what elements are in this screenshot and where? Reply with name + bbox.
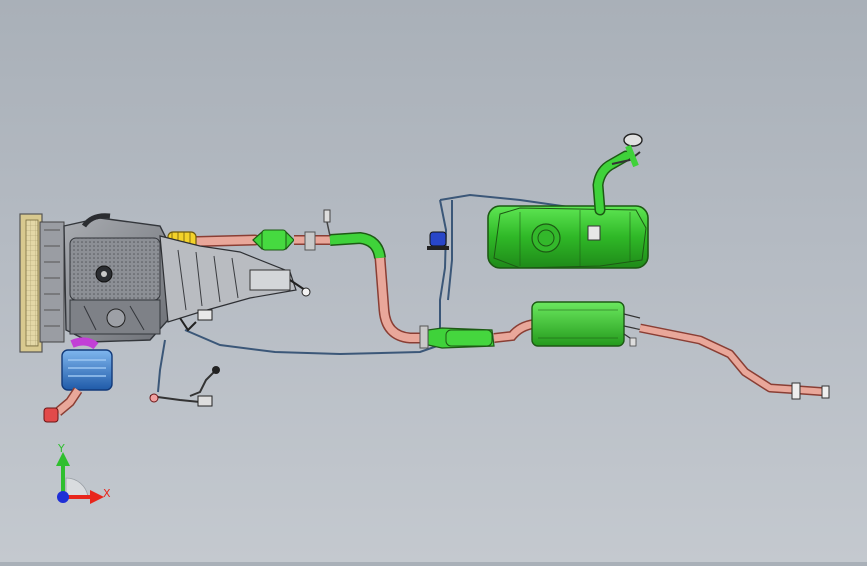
hanger-bracket	[323, 209, 331, 223]
engine-icon	[69, 237, 161, 301]
radiator-icon	[25, 219, 39, 347]
muffler-icon	[531, 301, 625, 347]
engine-block[interactable]	[63, 213, 173, 343]
z-axis-dot	[57, 491, 69, 503]
over-axle-pipe[interactable]	[493, 319, 535, 343]
resonator[interactable]	[419, 325, 495, 349]
pipe-flange	[304, 231, 316, 251]
mid-exhaust-pipe[interactable]	[294, 209, 430, 344]
radiator[interactable]	[19, 213, 65, 353]
resonator-icon	[445, 329, 493, 347]
catalytic-converter[interactable]	[252, 229, 295, 251]
coordinate-triad: Y X	[56, 442, 111, 504]
x-axis-label: X	[103, 487, 111, 500]
cad-viewport[interactable]: Y X	[0, 0, 867, 562]
air-filter-box[interactable]	[43, 337, 113, 423]
transmission[interactable]	[159, 235, 311, 323]
fuel-cap-icon	[623, 133, 643, 147]
fuel-pump-icon	[531, 223, 561, 253]
assembly-drawing[interactable]: Y X	[0, 0, 867, 562]
air-filter-icon	[61, 349, 113, 391]
tailpipe-icon	[791, 382, 801, 400]
fuel-tank-icon	[487, 205, 649, 269]
evap-canister[interactable]	[427, 231, 449, 250]
fuel-tank[interactable]	[487, 133, 649, 269]
rear-muffler[interactable]	[531, 301, 643, 347]
y-axis-label: Y	[57, 442, 65, 455]
tail-pipe[interactable]	[639, 323, 830, 400]
catalyst-icon	[261, 229, 287, 251]
